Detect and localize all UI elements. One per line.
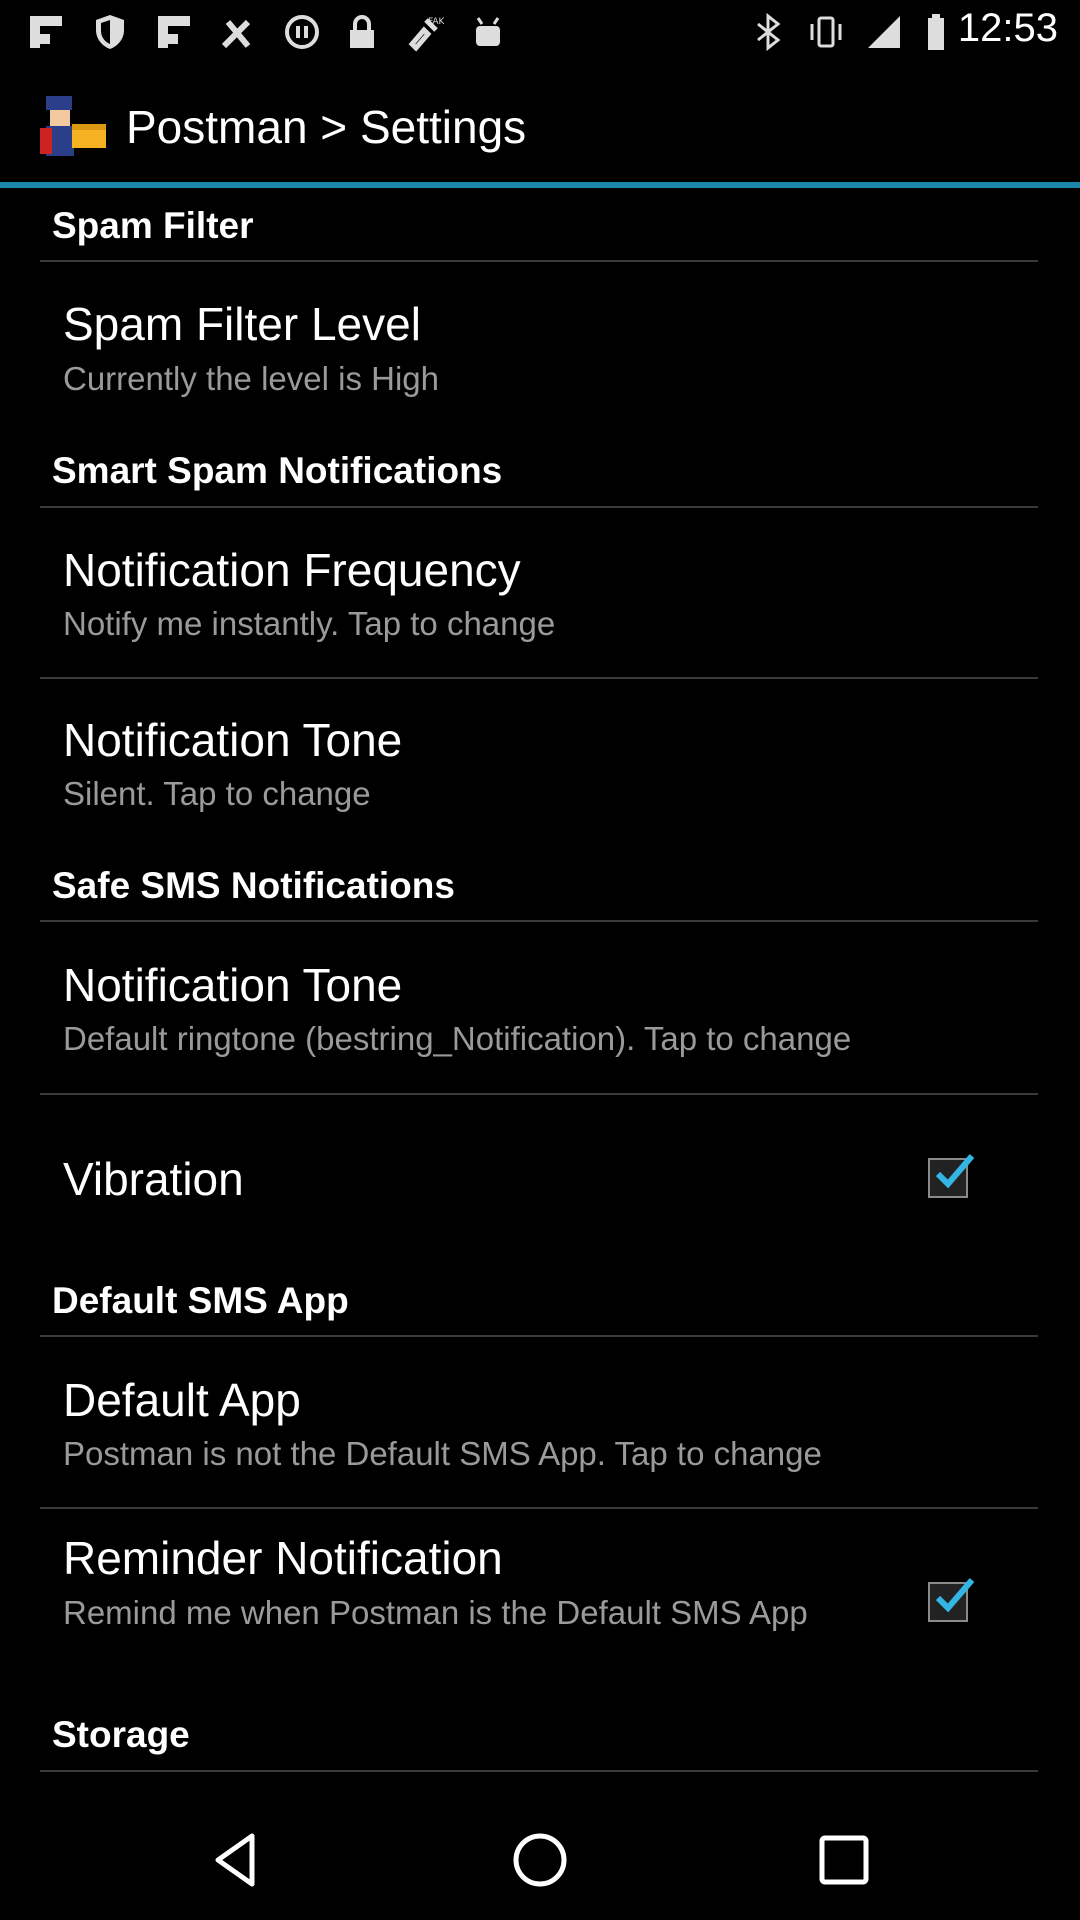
- pref-summary: Silent. Tap to change: [63, 775, 371, 812]
- recents-icon[interactable]: [806, 1822, 882, 1898]
- flipboard-icon: [158, 16, 190, 48]
- shield-icon: [96, 15, 124, 49]
- divider: [40, 506, 1038, 508]
- pref-title: Vibration: [63, 1153, 244, 1205]
- flipboard-icon: [30, 16, 62, 48]
- pref-title: Notification Tone: [63, 714, 403, 766]
- clock: 12:53: [957, 6, 1058, 50]
- checkmark-icon: [935, 1154, 975, 1189]
- category-default-sms-app: Default SMS App: [52, 1280, 349, 1321]
- android-icon: [476, 17, 500, 46]
- pref-summary: Default ringtone (bestring_Notification)…: [63, 1020, 852, 1057]
- action-bar-divider: [0, 182, 1080, 188]
- divider: [40, 1507, 1038, 1509]
- home-icon[interactable]: [502, 1822, 578, 1898]
- svg-text:FAKE: FAKE: [428, 17, 444, 27]
- divider: [40, 1335, 1038, 1337]
- pref-summary: Postman is not the Default SMS App. Tap …: [63, 1435, 822, 1472]
- back-icon[interactable]: [200, 1822, 276, 1898]
- battery-icon: [928, 14, 944, 50]
- pref-title: Spam Filter Level: [63, 298, 421, 350]
- pref-title: Reminder Notification: [63, 1532, 503, 1584]
- vibrate-icon: [810, 16, 842, 48]
- tools-icon: [221, 19, 251, 49]
- divider: [40, 260, 1038, 262]
- pref-title: Notification Frequency: [63, 544, 521, 596]
- navigation-bar: [0, 1800, 1080, 1920]
- divider: [40, 677, 1038, 679]
- divider: [40, 1770, 1038, 1772]
- status-bar: FAKE 12:53: [0, 0, 1080, 62]
- lock-icon: [350, 15, 374, 48]
- pref-title: Default App: [63, 1374, 301, 1426]
- action-bar: Postman > Settings: [0, 62, 1080, 184]
- signal-icon: [868, 16, 900, 48]
- category-spam-filter: Spam Filter: [52, 205, 254, 246]
- category-smart-spam-notifications: Smart Spam Notifications: [52, 450, 503, 491]
- pref-title: Notification Tone: [63, 959, 403, 1011]
- media-icon: [285, 15, 319, 49]
- pref-summary: Remind me when Postman is the Default SM…: [63, 1594, 808, 1631]
- postman-app-icon[interactable]: [38, 90, 110, 162]
- category-safe-sms-notifications: Safe SMS Notifications: [52, 865, 455, 906]
- checkmark-icon: [935, 1578, 975, 1613]
- pref-summary: Notify me instantly. Tap to change: [63, 605, 556, 642]
- fake-gps-icon: FAKE: [408, 17, 444, 52]
- vibration-checkbox[interactable]: [928, 1154, 975, 1198]
- page-title: Postman > Settings: [126, 101, 527, 153]
- divider: [40, 920, 1038, 922]
- category-storage: Storage: [52, 1714, 190, 1755]
- pref-summary: Currently the level is High: [63, 360, 439, 397]
- reminder-checkbox[interactable]: [928, 1578, 975, 1622]
- bluetooth-icon: [757, 12, 781, 52]
- divider: [40, 1093, 1038, 1095]
